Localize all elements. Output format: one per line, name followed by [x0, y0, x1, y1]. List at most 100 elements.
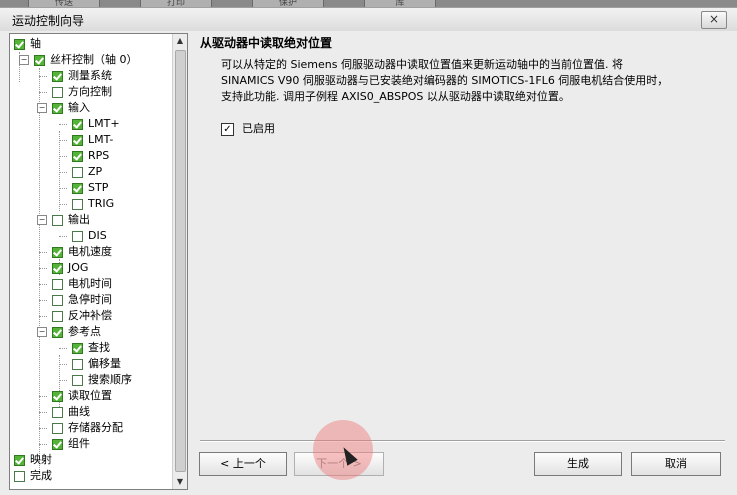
tree-item[interactable]: LMT- [72, 132, 113, 148]
tree-item[interactable]: 方向控制 [52, 84, 112, 100]
button-separator [200, 440, 725, 442]
tree-connector [59, 140, 67, 141]
tree-connector [59, 364, 67, 365]
tree-item-label: LMT- [88, 133, 114, 146]
unchecked-icon[interactable] [72, 230, 83, 242]
tree-item[interactable]: LMT+ [72, 116, 120, 132]
checked-icon[interactable] [72, 342, 83, 354]
tree-item-label: 轴 [30, 37, 41, 50]
collapse-icon[interactable]: − [37, 103, 47, 113]
collapse-icon[interactable]: − [37, 215, 47, 225]
unchecked-icon[interactable] [52, 86, 63, 98]
tree-connector [39, 284, 47, 285]
tree-item-label: 查找 [88, 341, 110, 354]
cancel-button[interactable]: 取消 [631, 452, 721, 476]
unchecked-icon[interactable] [72, 374, 83, 386]
unchecked-icon[interactable] [52, 422, 63, 434]
description-line: 可以从特定的 Siemens 伺服驱动器中读取位置值来更新运动轴中的当前位置值.… [221, 58, 623, 71]
tree-item[interactable]: 电机时间 [52, 276, 112, 292]
tree-item[interactable]: 查找 [72, 340, 110, 356]
scroll-up-icon[interactable]: ▲ [173, 34, 187, 48]
tree-item-label: 电机时间 [68, 277, 112, 290]
scroll-thumb[interactable] [175, 50, 186, 472]
checked-icon[interactable] [52, 438, 63, 450]
unchecked-icon[interactable] [52, 214, 63, 226]
dialog-titlebar: 运动控制向导 × [0, 7, 737, 32]
tree-connector [39, 92, 47, 93]
tree-item[interactable]: 组件 [52, 436, 90, 452]
checked-icon[interactable] [72, 182, 83, 194]
scroll-down-icon[interactable]: ▼ [173, 475, 187, 489]
tree-item[interactable]: 存储器分配 [52, 420, 123, 436]
tree-item-label: 电机速度 [68, 245, 112, 258]
collapse-icon[interactable]: − [19, 55, 29, 65]
checked-icon[interactable] [14, 38, 25, 50]
enable-checkbox[interactable]: ✓ [221, 122, 234, 136]
enable-label: 已启用 [242, 122, 275, 135]
prev-button[interactable]: < 上一个 [199, 452, 287, 476]
unchecked-icon[interactable] [52, 294, 63, 306]
tree-item[interactable]: 反冲补偿 [52, 308, 112, 324]
checked-icon[interactable] [14, 454, 25, 466]
tree-item[interactable]: 完成 [14, 468, 52, 484]
tree-item[interactable]: 电机速度 [52, 244, 112, 260]
unchecked-icon[interactable] [52, 406, 63, 418]
checked-icon[interactable] [52, 70, 63, 82]
tree-connector [39, 428, 47, 429]
tree-item-label: 偏移量 [88, 357, 121, 370]
tree-item[interactable]: 轴 [14, 36, 41, 52]
tree-scrollbar[interactable]: ▲ ▼ [172, 34, 187, 489]
tree-item[interactable]: 输入 [52, 100, 90, 116]
tree-item-label: STP [88, 181, 109, 194]
checked-icon[interactable] [52, 102, 63, 114]
unchecked-icon[interactable] [14, 470, 25, 482]
checked-icon[interactable] [52, 390, 63, 402]
checked-icon[interactable] [72, 150, 83, 162]
tree-item[interactable]: 参考点 [52, 324, 101, 340]
checked-icon[interactable] [34, 54, 45, 66]
close-icon: × [708, 12, 720, 26]
tree-item[interactable]: 急停时间 [52, 292, 112, 308]
tree-item-label: ZP [88, 165, 103, 178]
tree-item[interactable]: 丝杆控制（轴 0） [34, 52, 138, 68]
enable-checkbox-row[interactable]: ✓ 已启用 [221, 121, 275, 137]
unchecked-icon[interactable] [52, 278, 63, 290]
tree-item[interactable]: 输出 [52, 212, 90, 228]
tree-item[interactable]: 偏移量 [72, 356, 121, 372]
tree-item[interactable]: 映射 [14, 452, 52, 468]
tree-item[interactable]: 曲线 [52, 404, 90, 420]
tree-item[interactable]: TRIG [72, 196, 114, 212]
tree-item-label: 搜索顺序 [88, 373, 132, 386]
tree-connector [39, 444, 47, 445]
checked-icon[interactable] [52, 262, 63, 274]
tree-item-label: 反冲补偿 [68, 309, 112, 322]
tree-item[interactable]: 测量系统 [52, 68, 112, 84]
tree-connector [59, 348, 67, 349]
checked-icon[interactable] [72, 134, 83, 146]
collapse-icon[interactable]: − [37, 327, 47, 337]
tree-item[interactable]: STP [72, 180, 108, 196]
tree-connector [59, 156, 67, 157]
tree-connector [59, 380, 67, 381]
tree-item[interactable]: DIS [72, 228, 107, 244]
tree-connector [39, 300, 47, 301]
tree-item[interactable]: ZP [72, 164, 102, 180]
tree-item-label: 丝杆控制（轴 0） [50, 53, 138, 66]
tree-item-label: 读取位置 [68, 389, 112, 402]
unchecked-icon[interactable] [72, 358, 83, 370]
checked-icon[interactable] [72, 118, 83, 130]
generate-button[interactable]: 生成 [534, 452, 622, 476]
checked-icon[interactable] [52, 246, 63, 258]
tree-item[interactable]: JOG [52, 260, 88, 276]
tree-item[interactable]: RPS [72, 148, 109, 164]
checked-icon[interactable] [52, 326, 63, 338]
page-heading: 从驱动器中读取绝对位置 [200, 36, 333, 50]
description-line: SINAMICS V90 伺服驱动器与已安装绝对编码器的 SIMOTICS-1F… [221, 74, 669, 87]
unchecked-icon[interactable] [72, 198, 83, 210]
tree-item-label: 参考点 [68, 325, 101, 338]
close-button[interactable]: × [701, 11, 727, 29]
unchecked-icon[interactable] [52, 310, 63, 322]
tree-item[interactable]: 读取位置 [52, 388, 112, 404]
tree-item[interactable]: 搜索顺序 [72, 372, 132, 388]
unchecked-icon[interactable] [72, 166, 83, 178]
